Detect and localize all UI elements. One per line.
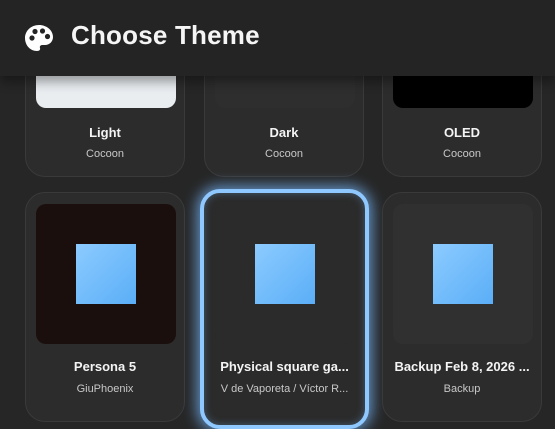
theme-author: GiuPhoenix bbox=[76, 383, 134, 395]
theme-name: Persona 5 bbox=[73, 359, 137, 374]
accent-swatch bbox=[433, 244, 493, 304]
theme-card-physical-square[interactable]: Physical square ga... V de Vaporeta / Ví… bbox=[200, 189, 369, 429]
theme-name: Light bbox=[89, 125, 121, 140]
theme-name: Physical square ga... bbox=[220, 359, 349, 374]
theme-card-backup[interactable]: Backup Feb 8, 2026 ... Backup bbox=[382, 192, 542, 422]
theme-author: Backup bbox=[443, 383, 481, 395]
theme-author: V de Vaporeta / Víctor R... bbox=[220, 383, 349, 395]
theme-author: Cocoon bbox=[86, 148, 124, 160]
theme-card-persona-5[interactable]: Persona 5 GiuPhoenix bbox=[25, 192, 185, 422]
page-title: Choose Theme bbox=[71, 20, 260, 50]
palette-icon bbox=[25, 25, 53, 51]
theme-name: Backup Feb 8, 2026 ... bbox=[394, 359, 530, 374]
theme-name: OLED bbox=[443, 125, 481, 140]
theme-preview bbox=[36, 204, 176, 344]
theme-author: Cocoon bbox=[443, 148, 481, 160]
theme-preview bbox=[393, 204, 533, 344]
accent-swatch bbox=[76, 244, 136, 304]
theme-preview bbox=[215, 204, 355, 344]
theme-author: Cocoon bbox=[265, 148, 303, 160]
theme-name: Dark bbox=[269, 125, 299, 140]
accent-swatch bbox=[255, 244, 315, 304]
app-bar: Choose Theme bbox=[0, 0, 555, 76]
